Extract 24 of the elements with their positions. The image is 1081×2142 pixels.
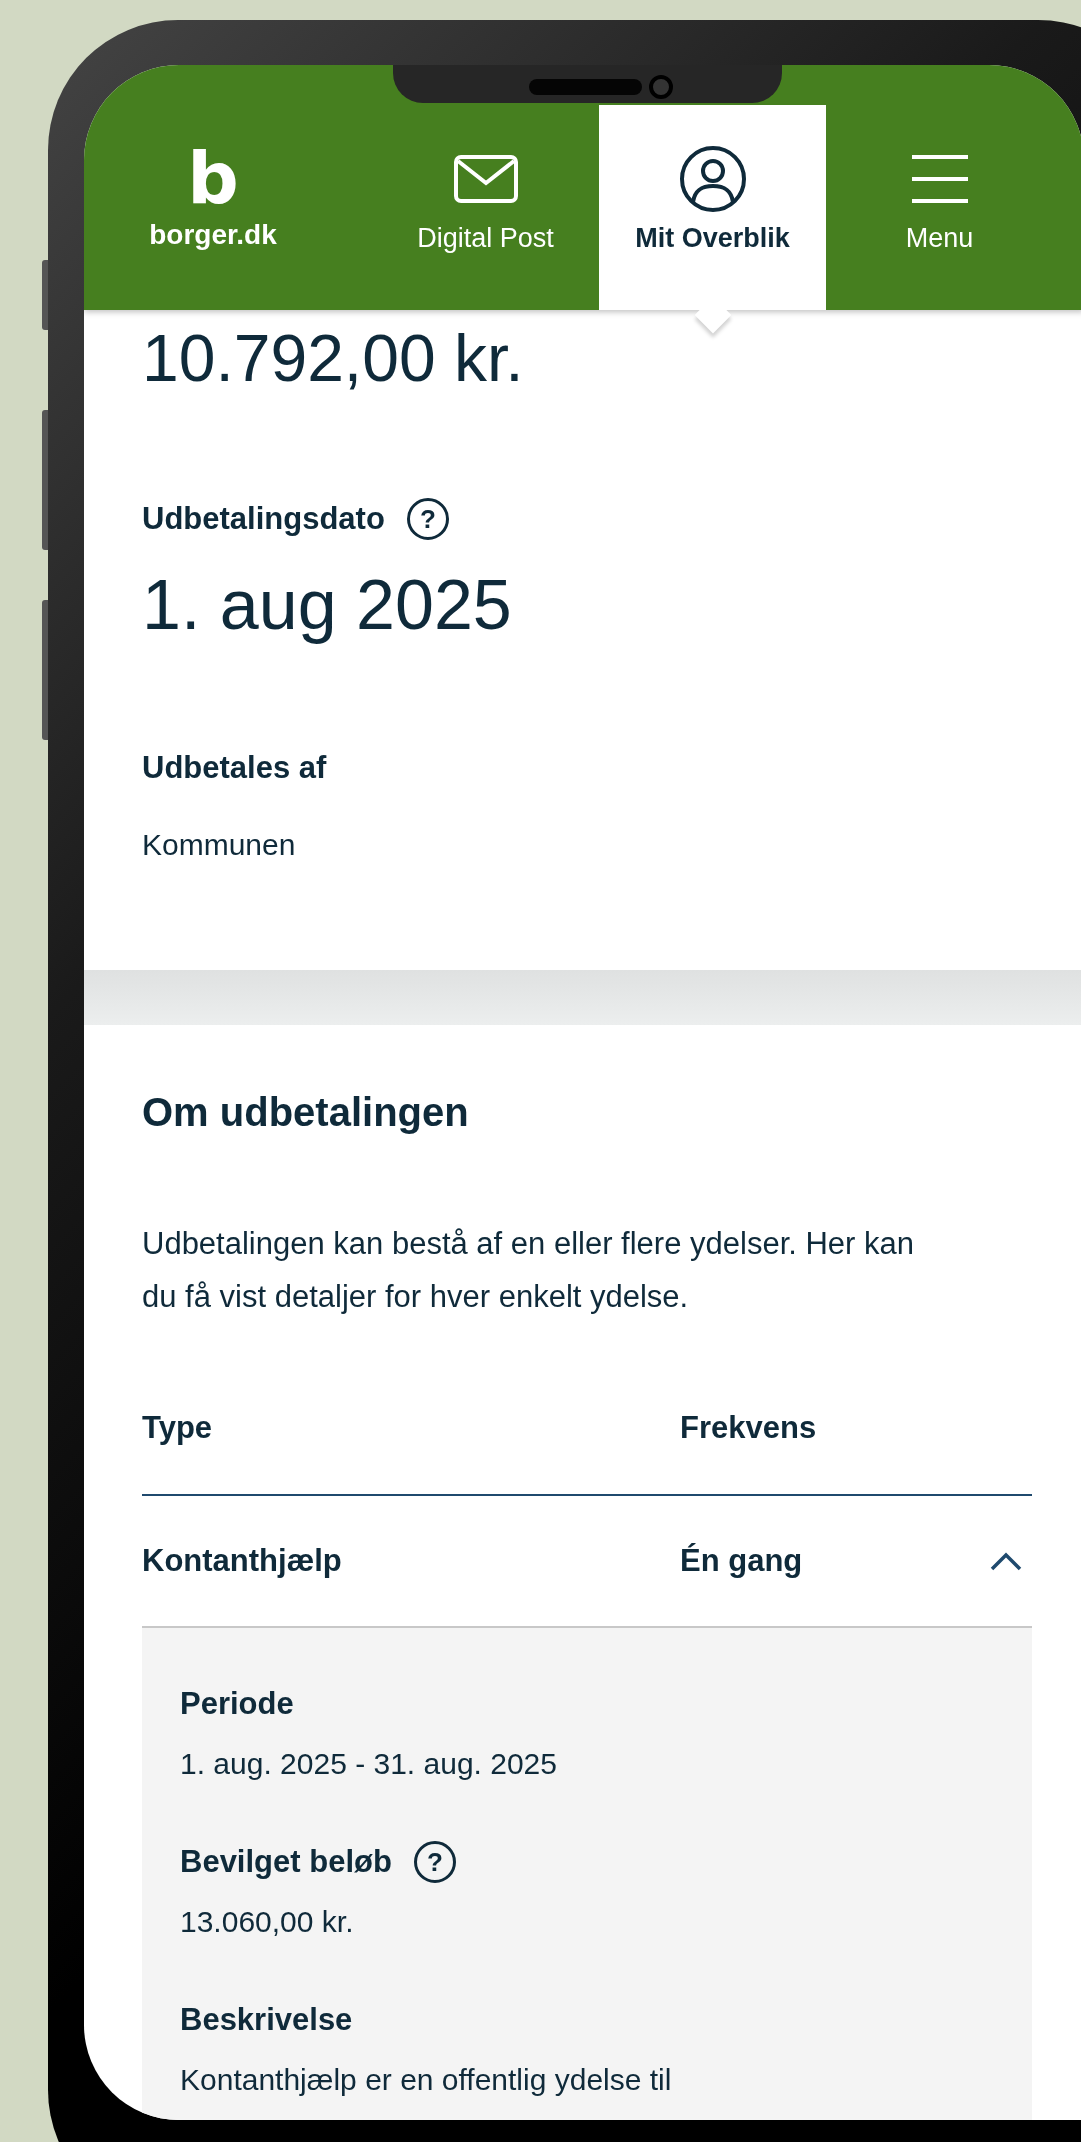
user-icon [678, 145, 747, 213]
amount-value: 10.792,00 kr. [142, 320, 525, 397]
table-cell-text: Kontanthjælp [142, 1543, 343, 1579]
field-label: Bevilget beløb [180, 1843, 392, 1881]
field-value: Kommunen [142, 827, 297, 863]
column-header: Frekvens [680, 1409, 818, 1447]
intro-paragraph: Udbetalingen kan bestå af en eller flere ydelser. Her kan du få vist detaljer for hver enkelt ydelse. [142, 1225, 916, 1316]
nav-tab[interactable]: Digital Post [372, 105, 599, 310]
logo-letter[interactable]: b [187, 145, 239, 211]
field-value: 1. aug 2025 [142, 565, 513, 646]
field-label: Udbetalingsdato [142, 500, 385, 538]
logo-text[interactable]: borger.dk [149, 219, 277, 251]
field-value: 13.060,00 kr. [180, 1904, 355, 1940]
help-icon[interactable]: ? [413, 1841, 456, 1883]
table-cell-text: Én gang [680, 1543, 804, 1579]
field-label: Udbetales af [142, 749, 327, 787]
field-value: Kontanthjælp er en offentlig ydelse til [180, 2062, 673, 2098]
field-label: Beskrivelse [180, 2001, 353, 2039]
help-icon[interactable]: ? [406, 498, 449, 540]
nav-tab[interactable]: Menu [826, 105, 1053, 310]
column-header: Type [142, 1409, 214, 1447]
field-label: Periode [180, 1685, 294, 1723]
field-value: 1. aug. 2025 - 31. aug. 2025 [180, 1746, 558, 1782]
section-title: Om udbetalingen [142, 1089, 470, 1136]
